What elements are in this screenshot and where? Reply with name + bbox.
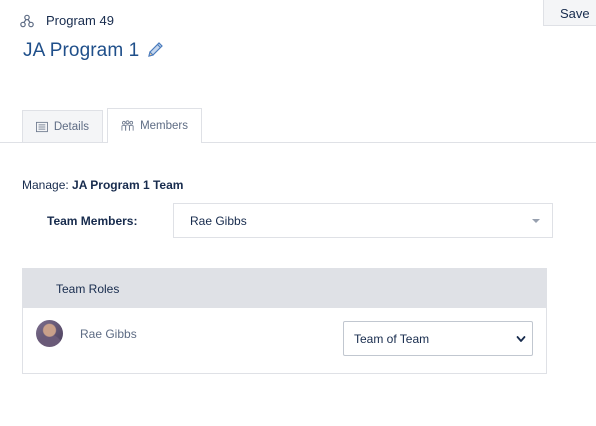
- save-button[interactable]: Save: [543, 0, 596, 26]
- chevron-down-icon: [516, 336, 526, 342]
- tab-members-label: Members: [140, 120, 188, 132]
- team-members-select[interactable]: Rae Gibbs: [173, 203, 553, 238]
- avatar: [36, 320, 63, 347]
- team-roles-header: Team Roles: [23, 269, 546, 308]
- program-label: Program 49: [46, 13, 114, 28]
- manage-text: Manage: JA Program 1 Team: [22, 178, 183, 192]
- member-name: Rae Gibbs: [80, 327, 137, 341]
- tab-details-label: Details: [53, 120, 89, 133]
- list-item: Rae Gibbs Team of Team: [23, 308, 546, 374]
- manage-prefix: Manage:: [22, 178, 69, 192]
- team-members-label: Team Members:: [47, 214, 138, 228]
- team-roles-panel: Team Roles Rae Gibbs Team of Team: [22, 268, 547, 374]
- tab-details[interactable]: Details: [22, 110, 103, 142]
- role-select[interactable]: Team of Team: [343, 321, 533, 356]
- pencil-icon[interactable]: [145, 40, 165, 60]
- program-icon: [20, 14, 34, 27]
- team-members-value: Rae Gibbs: [190, 213, 247, 228]
- document-icon: [36, 121, 48, 132]
- role-select-value: Team of Team: [354, 331, 430, 346]
- program-breadcrumb: Program 49: [20, 13, 114, 28]
- tab-members[interactable]: Members: [107, 108, 202, 143]
- team-name: JA Program 1 Team: [72, 178, 184, 192]
- tab-bar: Details Members: [22, 108, 202, 143]
- page-title: JA Program 1: [23, 40, 140, 61]
- people-icon: [121, 120, 134, 131]
- caret-down-icon: [532, 219, 540, 223]
